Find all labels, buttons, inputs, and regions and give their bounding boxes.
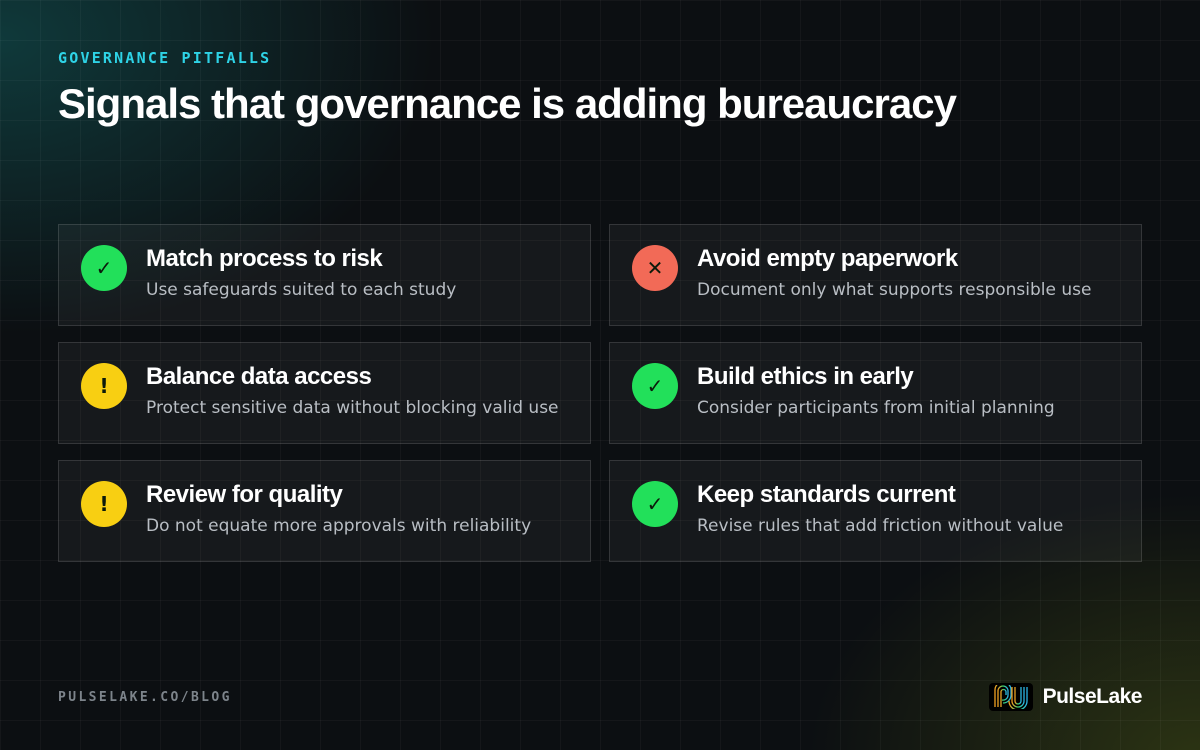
- signal-card: ✓ Match process to risk Use safeguards s…: [58, 224, 591, 326]
- card-title: Match process to risk: [146, 245, 383, 272]
- card-title: Review for quality: [146, 481, 343, 508]
- signal-card: ! Balance data access Protect sensitive …: [58, 342, 591, 444]
- signal-card: ✕ Avoid empty paperwork Document only wh…: [609, 224, 1142, 326]
- signal-cards-grid: ✓ Match process to risk Use safeguards s…: [58, 224, 1142, 562]
- card-text: Avoid empty paperwork Document only what…: [697, 245, 1091, 304]
- footer-url: PULSELAKE.CO/BLOG: [58, 690, 232, 705]
- card-text: Review for quality Do not equate more ap…: [146, 481, 531, 540]
- card-title: Keep standards current: [697, 481, 956, 508]
- exclamation-icon: !: [81, 363, 127, 409]
- check-icon: ✓: [81, 245, 127, 291]
- signal-card: ✓ Keep standards current Revise rules th…: [609, 460, 1142, 562]
- page-title: Signals that governance is adding bureau…: [58, 80, 957, 127]
- check-icon: ✓: [632, 363, 678, 409]
- brand-lockup: PulseLake: [988, 683, 1143, 711]
- card-description: Do not equate more approvals with reliab…: [146, 516, 532, 536]
- exclamation-icon: !: [81, 481, 127, 527]
- card-text: Build ethics in early Consider participa…: [697, 363, 1055, 422]
- card-title: Avoid empty paperwork: [697, 245, 958, 272]
- card-description: Document only what supports responsible …: [697, 280, 1092, 300]
- check-icon: ✓: [632, 481, 678, 527]
- card-title: Balance data access: [146, 363, 372, 390]
- brand-name: PulseLake: [1042, 685, 1143, 708]
- signal-card: ! Review for quality Do not equate more …: [58, 460, 591, 562]
- card-description: Revise rules that add friction without v…: [697, 516, 1064, 536]
- card-text: Balance data access Protect sensitive da…: [146, 363, 559, 422]
- signal-card: ✓ Build ethics in early Consider partici…: [609, 342, 1142, 444]
- x-icon: ✕: [632, 245, 678, 291]
- card-text: Match process to risk Use safeguards sui…: [146, 245, 456, 304]
- card-description: Protect sensitive data without blocking …: [146, 398, 559, 418]
- card-description: Use safeguards suited to each study: [146, 280, 457, 300]
- pulselake-logo-icon: [988, 683, 1033, 711]
- card-title: Build ethics in early: [697, 363, 914, 390]
- card-text: Keep standards current Revise rules that…: [697, 481, 1063, 540]
- card-description: Consider participants from initial plann…: [697, 398, 1055, 418]
- eyebrow-label: GOVERNANCE PITFALLS: [58, 49, 272, 67]
